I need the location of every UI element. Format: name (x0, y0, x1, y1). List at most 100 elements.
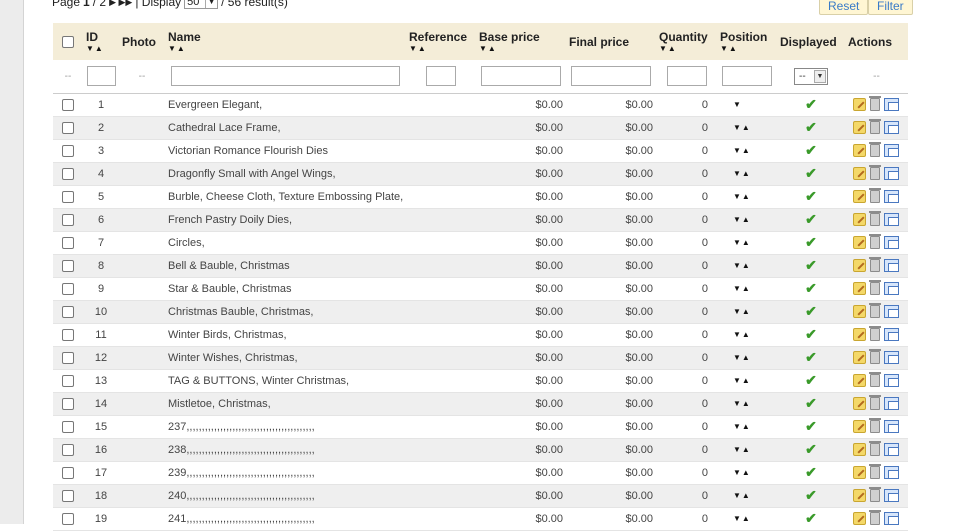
row-checkbox[interactable] (62, 167, 74, 180)
edit-icon[interactable] (853, 374, 866, 387)
product-id[interactable]: 1 (83, 93, 119, 117)
row-checkbox[interactable] (62, 374, 74, 387)
product-name[interactable]: Victorian Romance Flourish Dies (165, 139, 406, 163)
table-row[interactable]: 18 240,,,,,,,,,,,,,,,,,,,,,,,,,,,,,,,,,,,… (53, 484, 908, 508)
duplicate-icon[interactable] (884, 167, 899, 180)
row-checkbox[interactable] (62, 466, 74, 479)
sort-arrows-icon[interactable]: ▼▲ (659, 44, 717, 53)
reference-filter-input[interactable] (426, 66, 456, 87)
product-id[interactable]: 15 (83, 415, 119, 439)
duplicate-icon[interactable] (884, 144, 899, 157)
delete-icon[interactable] (869, 510, 881, 525)
select-all-checkbox[interactable] (62, 36, 74, 49)
row-checkbox[interactable] (62, 144, 74, 157)
table-row[interactable]: 1 Evergreen Elegant, $0.00 $0.00 0 ▼ ✔ (53, 93, 908, 117)
delete-icon[interactable] (869, 487, 881, 502)
check-icon[interactable]: ✔ (805, 234, 817, 250)
duplicate-icon[interactable] (884, 98, 899, 111)
edit-icon[interactable] (853, 259, 866, 272)
row-checkbox[interactable] (62, 305, 74, 318)
product-name[interactable]: Cathedral Lace Frame, (165, 116, 406, 140)
edit-icon[interactable] (853, 443, 866, 456)
row-checkbox[interactable] (62, 98, 74, 111)
displayed-status[interactable]: ✔ (777, 461, 845, 485)
check-icon[interactable]: ✔ (805, 211, 817, 227)
edit-icon[interactable] (853, 305, 866, 318)
delete-icon[interactable] (869, 303, 881, 318)
displayed-status[interactable]: ✔ (777, 392, 845, 416)
table-row[interactable]: 4 Dragonfly Small with Angel Wings, $0.00 $… (53, 162, 908, 186)
product-id[interactable]: 10 (83, 300, 119, 324)
table-row[interactable]: 6 French Pastry Doily Dies, $0.00 $0.00 0 ▼▲ ✔ (53, 208, 908, 232)
delete-icon[interactable] (869, 349, 881, 364)
delete-icon[interactable] (869, 372, 881, 387)
edit-icon[interactable] (853, 282, 866, 295)
position-arrows-icon[interactable]: ▼▲ (717, 254, 777, 278)
check-icon[interactable]: ✔ (805, 487, 817, 503)
row-checkbox[interactable] (62, 259, 74, 272)
product-name[interactable]: French Pastry Doily Dies, (165, 208, 406, 232)
displayed-status[interactable]: ✔ (777, 162, 845, 186)
position-arrows-icon[interactable]: ▼▲ (717, 277, 777, 301)
product-name[interactable]: Circles, (165, 231, 406, 255)
displayed-status[interactable]: ✔ (777, 277, 845, 301)
duplicate-icon[interactable] (884, 466, 899, 479)
check-icon[interactable]: ✔ (805, 464, 817, 480)
table-row[interactable]: 12 Winter Wishes, Christmas, $0.00 $0.00 0 ▼▲… (53, 346, 908, 370)
name-filter-input[interactable] (171, 66, 400, 87)
row-checkbox[interactable] (62, 351, 74, 364)
delete-icon[interactable] (869, 211, 881, 226)
product-id[interactable]: 11 (83, 323, 119, 347)
delete-icon[interactable] (869, 96, 881, 111)
quantity-filter-input[interactable] (666, 66, 707, 87)
displayed-status[interactable]: ✔ (777, 323, 845, 347)
displayed-status[interactable]: ✔ (777, 185, 845, 209)
position-arrows-icon[interactable]: ▼▲ (717, 300, 777, 324)
duplicate-icon[interactable] (884, 282, 899, 295)
position-arrows-icon[interactable]: ▼▲ (717, 415, 777, 439)
delete-icon[interactable] (869, 464, 881, 479)
delete-icon[interactable] (869, 119, 881, 134)
check-icon[interactable]: ✔ (805, 418, 817, 434)
table-row[interactable]: 2 Cathedral Lace Frame, $0.00 $0.00 0 ▼▲ ✔ (53, 116, 908, 140)
check-icon[interactable]: ✔ (805, 372, 817, 388)
product-id[interactable]: 7 (83, 231, 119, 255)
duplicate-icon[interactable] (884, 328, 899, 341)
product-name[interactable]: Dragonfly Small with Angel Wings, (165, 162, 406, 186)
product-name[interactable]: 237,,,,,,,,,,,,,,,,,,,,,,,,,,,,,,,,,,,,,… (165, 415, 406, 439)
duplicate-icon[interactable] (884, 259, 899, 272)
product-name[interactable]: Evergreen Elegant, (165, 93, 406, 117)
position-arrows-icon[interactable]: ▼▲ (717, 484, 777, 508)
duplicate-icon[interactable] (884, 190, 899, 203)
table-row[interactable]: 5 Burble, Cheese Cloth, Texture Embossing… (53, 185, 908, 209)
filter-button[interactable]: Filter (868, 0, 913, 15)
product-id[interactable]: 17 (83, 461, 119, 485)
duplicate-icon[interactable] (884, 236, 899, 249)
check-icon[interactable]: ✔ (805, 188, 817, 204)
edit-icon[interactable] (853, 213, 866, 226)
edit-icon[interactable] (853, 512, 866, 525)
product-name[interactable]: 241,,,,,,,,,,,,,,,,,,,,,,,,,,,,,,,,,,,,,… (165, 507, 406, 531)
sort-arrows-icon[interactable]: ▼▲ (409, 44, 476, 53)
product-name[interactable]: Mistletoe, Christmas, (165, 392, 406, 416)
row-checkbox[interactable] (62, 236, 74, 249)
displayed-status[interactable]: ✔ (777, 93, 845, 117)
edit-icon[interactable] (853, 489, 866, 502)
product-name[interactable]: Bell & Bauble, Christmas (165, 254, 406, 278)
displayed-status[interactable]: ✔ (777, 484, 845, 508)
displayed-status[interactable]: ✔ (777, 116, 845, 140)
delete-icon[interactable] (869, 395, 881, 410)
product-id[interactable]: 19 (83, 507, 119, 531)
sort-arrows-icon[interactable]: ▼▲ (168, 44, 406, 53)
position-filter-input[interactable] (722, 66, 772, 87)
edit-icon[interactable] (853, 328, 866, 341)
check-icon[interactable]: ✔ (805, 303, 817, 319)
table-row[interactable]: 15 237,,,,,,,,,,,,,,,,,,,,,,,,,,,,,,,,,,,… (53, 415, 908, 439)
id-filter-input[interactable] (86, 66, 116, 87)
row-checkbox[interactable] (62, 282, 74, 295)
check-icon[interactable]: ✔ (805, 96, 817, 112)
check-icon[interactable]: ✔ (805, 326, 817, 342)
final-price-filter-input[interactable] (571, 66, 651, 87)
product-name[interactable]: 240,,,,,,,,,,,,,,,,,,,,,,,,,,,,,,,,,,,,,… (165, 484, 406, 508)
displayed-status[interactable]: ✔ (777, 139, 845, 163)
